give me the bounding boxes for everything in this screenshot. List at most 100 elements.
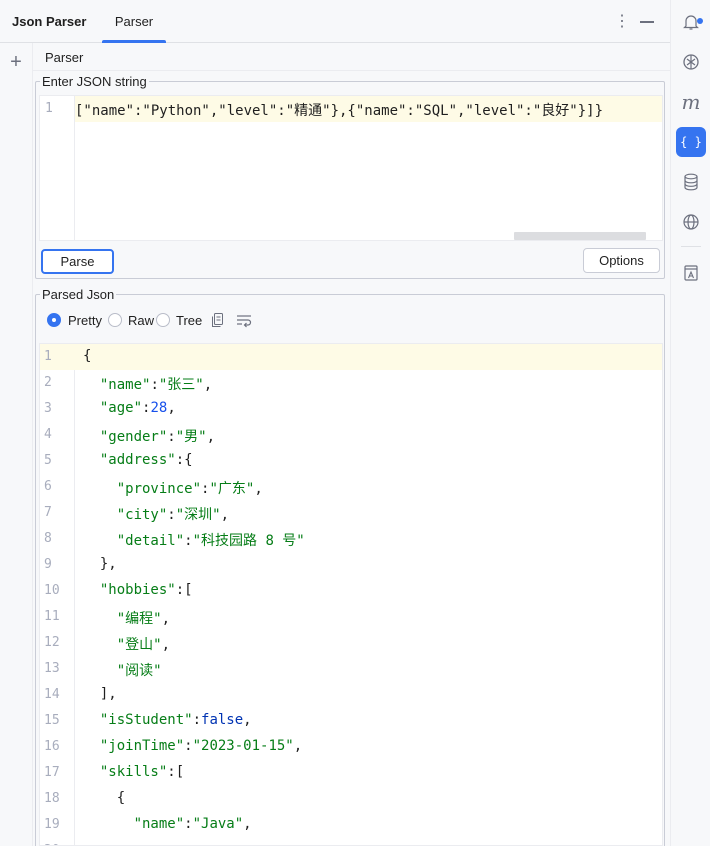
line-number: 9 [44,557,52,572]
add-tab-icon[interactable]: + [6,52,26,72]
line-number: 15 [44,713,60,728]
radio-pretty[interactable] [47,313,61,327]
code-line: 20 "level":"熟练" [40,838,662,845]
radio-tree[interactable] [156,313,170,327]
code-token: : [167,429,176,445]
code-token: "广东" [209,481,255,497]
code-token: , [243,712,252,728]
tool-window-title: Json Parser [12,14,87,29]
json-input-editor[interactable]: 1 ["name":"Python","level":"精通"},{"name"… [39,95,663,241]
code-text: "age":28, [83,400,176,416]
web-icon[interactable] [676,207,706,237]
radio-raw[interactable] [108,313,122,327]
subheader-label: Parser [45,50,84,65]
right-toolbar: m { } [670,0,710,846]
radio-pretty-label[interactable]: Pretty [68,313,102,328]
radio-tree-label[interactable]: Tree [176,313,202,328]
code-text: "hobbies":[ [83,582,193,598]
code-text: "detail":"科技园路 8 号" [83,530,305,550]
horizontal-scrollbar[interactable] [514,232,646,240]
line-number: 2 [44,375,52,390]
code-line: 8 "detail":"科技园路 8 号" [40,526,662,552]
line-number: 13 [44,661,60,676]
code-text: "address":{ [83,452,193,468]
code-line: 13 "阅读" [40,656,662,682]
code-text: "name":"张三", [83,374,212,394]
maven-icon[interactable]: m [676,87,706,117]
output-legend: Parsed Json [40,287,117,302]
code-token: "深圳" [175,507,221,523]
code-token: , [203,377,213,393]
line-number: 19 [44,817,60,832]
line-number: 10 [44,583,60,598]
code-token: , [254,481,263,497]
code-line: 4 "gender":"男", [40,422,662,448]
code-token: "张三" [158,377,204,393]
input-legend: Enter JSON string [40,74,149,89]
more-options-icon[interactable]: ⋮ [614,12,630,32]
code-token: "isStudent" [99,712,193,728]
code-token: "name" [133,816,185,832]
code-token: : [167,507,176,523]
code-token: "男" [175,429,207,445]
database-icon[interactable] [676,167,706,197]
code-line: 11 "编程", [40,604,662,630]
code-text: "province":"广东", [83,478,263,498]
line-number: 14 [44,687,60,702]
code-token: :{ [175,452,193,468]
line-number: 6 [44,479,52,494]
code-text: "joinTime":"2023-01-15", [83,738,302,754]
line-number: 17 [44,765,60,780]
api-tool-icon[interactable] [676,47,706,77]
code-token: "joinTime" [99,738,185,754]
soft-wrap-icon[interactable] [235,312,253,331]
line-number: 7 [44,505,52,520]
translate-icon[interactable] [676,258,706,288]
line-number: 11 [44,609,60,624]
code-token: "age" [99,400,143,416]
code-text: { [83,348,91,364]
code-token: "address" [99,452,176,468]
parsed-json-editor[interactable]: 1{2 "name":"张三", 3 "age":28, 4 "gender":"男… [39,343,663,846]
code-token: "hobbies" [99,582,176,598]
code-text: "gender":"男", [83,426,215,446]
left-strip [0,43,33,846]
code-token: "登山" [116,637,162,653]
code-line: 9 }, [40,552,662,578]
input-line[interactable]: ["name":"Python","level":"精通"},{"name":"… [75,96,662,122]
code-token: , [243,816,252,832]
code-token: :[ [167,764,185,780]
copy-icon[interactable] [211,312,225,331]
code-token: , [167,400,176,416]
code-token: "2023-01-15" [192,738,294,754]
radio-raw-label[interactable]: Raw [128,313,154,328]
notification-dot [697,18,703,24]
line-number: 1 [44,349,52,364]
code-text: "city":"深圳", [83,504,229,524]
options-button[interactable]: Options [583,248,660,273]
code-line: 15 "isStudent":false, [40,708,662,734]
code-line: 14 ], [40,682,662,708]
parse-button[interactable]: Parse [41,249,114,274]
tab-parser[interactable]: Parser [102,0,166,43]
code-token: "阅读" [116,663,162,679]
code-token: "编程" [116,611,162,627]
code-token: "Java" [192,816,244,832]
json-parser-icon[interactable]: { } [676,127,706,157]
code-token: : [184,816,193,832]
minimize-icon[interactable] [640,21,654,23]
code-line: 5 "address":{ [40,448,662,474]
notifications-icon[interactable] [676,7,706,37]
code-text: "skills":[ [83,764,184,780]
code-token: , [206,429,216,445]
code-text: "阅读" [83,660,162,680]
code-line: 6 "province":"广东", [40,474,662,500]
code-text: "level":"熟练" [83,842,246,845]
